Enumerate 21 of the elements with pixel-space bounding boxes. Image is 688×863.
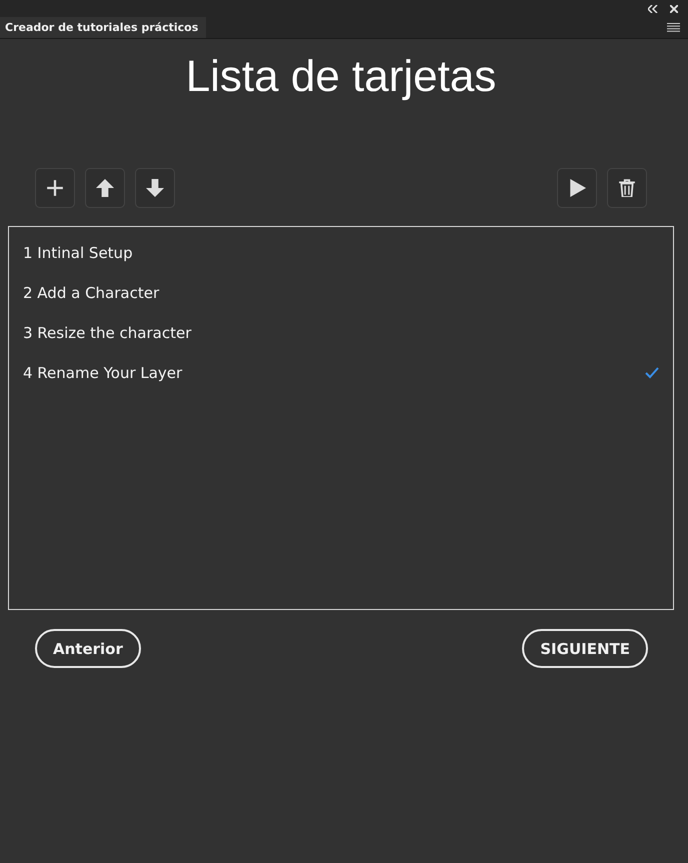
card-item[interactable]: 3 Resize the character: [23, 324, 192, 342]
card-item[interactable]: 4 Rename Your Layer: [23, 364, 182, 382]
next-button[interactable]: SIGUIENTE: [522, 629, 648, 668]
page-title: Lista de tarjetas: [186, 51, 496, 103]
down-arrow-icon: [146, 179, 164, 197]
up-arrow-icon: [96, 179, 114, 197]
card-item[interactable]: 2 Add a Character: [23, 284, 160, 302]
up-arrow-button[interactable]: [85, 168, 125, 208]
down-arrow-button[interactable]: [135, 168, 175, 208]
previous-button[interactable]: Anterior: [35, 629, 141, 668]
trash-icon: [618, 179, 636, 197]
card-item[interactable]: 1 Intinal Setup: [23, 244, 133, 262]
collapse-icon[interactable]: [648, 4, 658, 12]
play-button[interactable]: [557, 168, 597, 208]
plus-icon: [46, 179, 64, 197]
menu-icon[interactable]: [667, 23, 680, 32]
close-icon[interactable]: [670, 4, 678, 12]
play-icon: [568, 179, 586, 197]
panel-tab[interactable]: Creador de tutoriales prácticos: [0, 17, 206, 38]
plus-button[interactable]: [35, 168, 75, 208]
trash-button[interactable]: [607, 168, 647, 208]
